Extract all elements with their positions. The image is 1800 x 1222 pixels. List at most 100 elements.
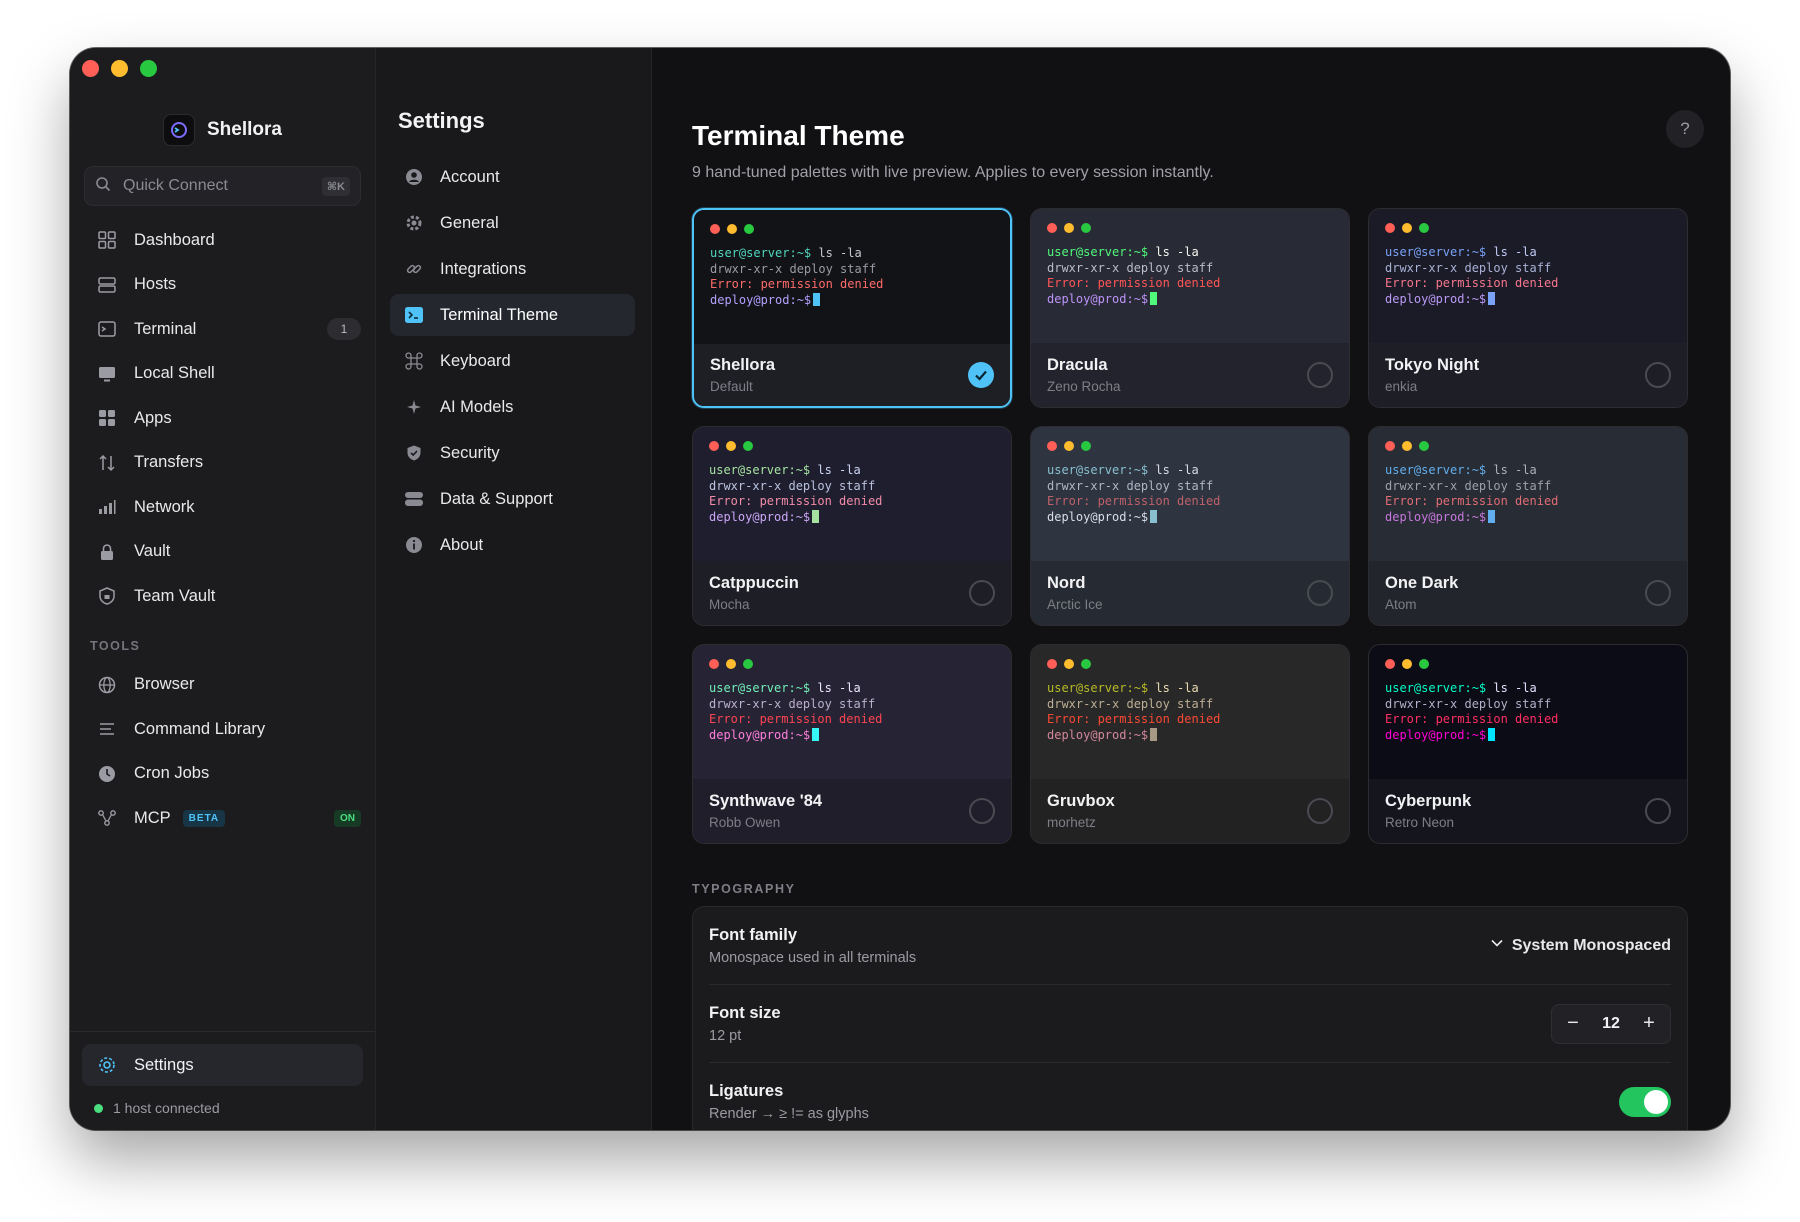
theme-card[interactable]: user@server:~$ ls -la drwxr-xr-x deploy s…: [1030, 644, 1350, 844]
sidebar-item-cron-jobs[interactable]: Cron Jobs: [70, 752, 375, 797]
theme-radio[interactable]: [969, 580, 995, 606]
beta-badge: BETA: [182, 809, 226, 827]
sidebar-item-label: Local Shell: [134, 364, 215, 383]
connection-status: 1 host connected: [82, 1086, 363, 1116]
sidebar-item-team-vault[interactable]: Team Vault: [70, 574, 375, 619]
sidebar-item-mcp[interactable]: MCP BETA ON: [70, 796, 375, 841]
link-icon: [404, 259, 424, 279]
preview-output: drwxr-xr-x deploy staff: [709, 696, 876, 711]
settings-item-label: Security: [440, 443, 500, 462]
theme-radio[interactable]: [969, 798, 995, 824]
settings-item-label: General: [440, 213, 499, 232]
settings-item-data-support[interactable]: Data & Support: [390, 478, 635, 520]
theme-radio[interactable]: [1645, 362, 1671, 388]
theme-author: Arctic Ice: [1047, 597, 1103, 612]
theme-card[interactable]: user@server:~$ ls -la drwxr-xr-x deploy s…: [1368, 644, 1688, 844]
preview-line-prompt: deploy@prod:~$: [709, 727, 995, 744]
settings-item-keyboard[interactable]: Keyboard: [390, 340, 635, 382]
selected-check-icon[interactable]: [968, 362, 994, 388]
sidebar-item-transfers[interactable]: Transfers: [70, 441, 375, 486]
theme-card[interactable]: user@server:~$ ls -la drwxr-xr-x deploy s…: [1368, 426, 1688, 626]
theme-radio[interactable]: [1307, 362, 1333, 388]
zoom-window-button[interactable]: [140, 60, 157, 77]
preview-line-prompt: deploy@prod:~$: [1047, 509, 1333, 526]
sidebar-item-local-shell[interactable]: Local Shell: [70, 352, 375, 397]
theme-card[interactable]: user@server:~$ ls -la drwxr-xr-x deploy s…: [692, 644, 1012, 844]
sidebar-item-network[interactable]: Network: [70, 485, 375, 530]
gear-icon: [404, 213, 424, 233]
preview-command: ls -la: [1148, 681, 1199, 695]
preview-prompt: user@server:~$: [1385, 463, 1487, 477]
preview-output: drwxr-xr-x deploy staff: [1047, 478, 1214, 493]
theme-author: Retro Neon: [1385, 815, 1455, 830]
preview-command: ls -la: [811, 246, 862, 260]
sidebar-item-browser[interactable]: Browser: [70, 663, 375, 708]
settings-item-integrations[interactable]: Integrations: [390, 248, 635, 290]
settings-item-account[interactable]: Account: [390, 156, 635, 198]
quick-connect-search[interactable]: Quick Connect ⌘K: [84, 166, 361, 206]
preview-prompt: user@server:~$: [1385, 245, 1487, 259]
theme-author: enkia: [1385, 379, 1418, 394]
help-button[interactable]: ?: [1666, 110, 1704, 148]
theme-preview: user@server:~$ ls -la drwxr-xr-x deploy s…: [1369, 209, 1687, 343]
sidebar-item-dashboard[interactable]: Dashboard: [70, 218, 375, 263]
theme-name: Catppuccin: [709, 574, 799, 592]
sidebar-item-label: Command Library: [134, 719, 266, 738]
sidebar-item-vault[interactable]: Vault: [70, 530, 375, 575]
terminal-icon: [96, 318, 118, 340]
theme-radio[interactable]: [1307, 580, 1333, 606]
theme-author: Default: [710, 379, 753, 394]
sidebar-item-command-library[interactable]: Command Library: [70, 707, 375, 752]
theme-card[interactable]: user@server:~$ ls -la drwxr-xr-x deploy s…: [1030, 426, 1350, 626]
settings-item-terminal-theme[interactable]: Terminal Theme: [390, 294, 635, 336]
close-window-button[interactable]: [82, 60, 99, 77]
theme-card[interactable]: user@server:~$ ls -la drwxr-xr-x deploy s…: [692, 208, 1012, 408]
font-family-select[interactable]: System Monospaced: [1490, 936, 1671, 955]
chevron-down-icon: [1490, 936, 1504, 955]
sidebar-item-settings[interactable]: Settings: [82, 1044, 363, 1086]
increase-font-size-button[interactable]: +: [1640, 1012, 1658, 1035]
sidebar-item-apps[interactable]: Apps: [70, 396, 375, 441]
settings-item-security[interactable]: Security: [390, 432, 635, 474]
nodes-icon: [96, 807, 118, 829]
preview-command: ls -la: [1486, 681, 1537, 695]
page-title: Terminal Theme: [692, 120, 905, 151]
theme-card[interactable]: user@server:~$ ls -la drwxr-xr-x deploy s…: [1368, 208, 1688, 408]
cursor-block: [812, 509, 820, 523]
window-dots: [1385, 223, 1671, 233]
ligatures-toggle[interactable]: [1619, 1087, 1671, 1117]
transfer-icon: [96, 452, 118, 474]
theme-radio[interactable]: [1645, 798, 1671, 824]
preview-line-command: user@server:~$ ls -la: [1385, 681, 1671, 697]
settings-item-about[interactable]: About: [390, 524, 635, 566]
preview-line-prompt: deploy@prod:~$: [710, 292, 994, 309]
theme-radio[interactable]: [1645, 580, 1671, 606]
preview-prompt: user@server:~$: [1385, 681, 1487, 695]
sidebar-item-terminal[interactable]: Terminal 1: [70, 307, 375, 352]
preview-output: drwxr-xr-x deploy staff: [1385, 260, 1552, 275]
cursor-block: [1488, 727, 1496, 741]
theme-preview: user@server:~$ ls -la drwxr-xr-x deploy s…: [693, 645, 1011, 779]
theme-radio[interactable]: [1307, 798, 1333, 824]
sidebar-item-hosts[interactable]: Hosts: [70, 263, 375, 308]
preview-line-command: user@server:~$ ls -la: [1047, 245, 1333, 261]
main-content: ? Terminal Theme 9 hand-tuned palettes w…: [652, 48, 1730, 1130]
minimize-window-button[interactable]: [111, 60, 128, 77]
cursor-block: [1150, 509, 1158, 523]
theme-card[interactable]: user@server:~$ ls -la drwxr-xr-x deploy s…: [692, 426, 1012, 626]
search-icon: [95, 176, 111, 197]
decrease-font-size-button[interactable]: −: [1564, 1012, 1582, 1035]
theme-preview: user@server:~$ ls -la drwxr-xr-x deploy s…: [694, 210, 1010, 344]
settings-item-ai-models[interactable]: AI Models: [390, 386, 635, 428]
typography-section-label: TYPOGRAPHY: [692, 882, 796, 896]
window-dots: [1047, 659, 1333, 669]
theme-grid: user@server:~$ ls -la drwxr-xr-x deploy s…: [692, 208, 1690, 844]
theme-name: Synthwave '84: [709, 792, 823, 810]
preview-error: Error: permission denied: [1047, 712, 1221, 726]
settings-item-general[interactable]: General: [390, 202, 635, 244]
sidebar-item-label: Cron Jobs: [134, 764, 210, 783]
theme-card[interactable]: user@server:~$ ls -la drwxr-xr-x deploy s…: [1030, 208, 1350, 408]
theme-author: Zeno Rocha: [1047, 379, 1121, 394]
app-name: Shellora: [207, 119, 282, 140]
preview-line-command: user@server:~$ ls -la: [1385, 245, 1671, 261]
